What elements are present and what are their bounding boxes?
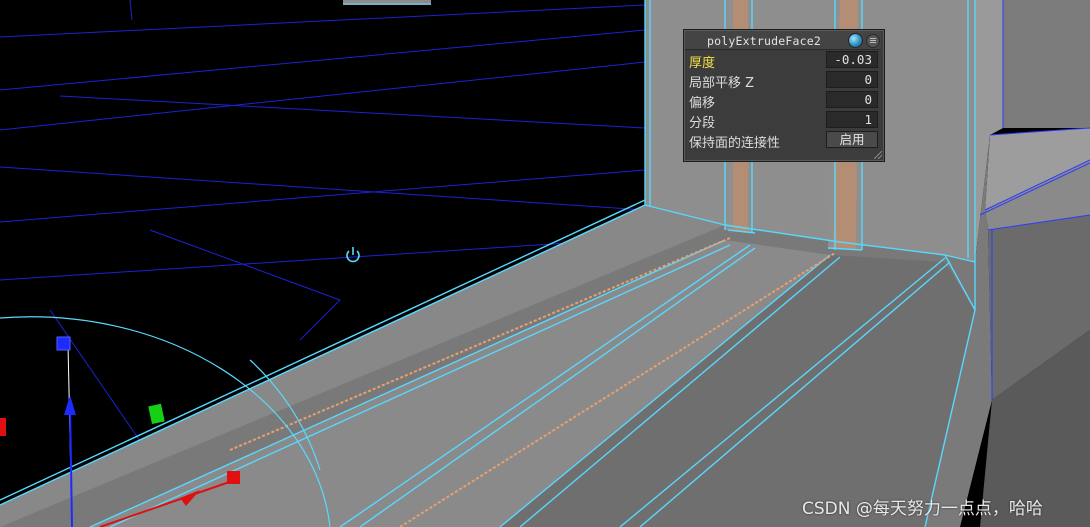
- maya-3d-viewport[interactable]: polyExtrudeFace2 厚度 -0.03 局部平移 Z 0 偏移 0 …: [0, 0, 1090, 527]
- y-axis-handle: [56, 336, 71, 351]
- attr-row-thickness[interactable]: 厚度 -0.03: [685, 50, 881, 71]
- attr-row-divisions[interactable]: 分段 1: [685, 110, 881, 131]
- attr-row-local-translate-z[interactable]: 局部平移 Z 0: [685, 70, 881, 91]
- panel-title: polyExtrudeFace2: [707, 34, 821, 48]
- y-axis-arrow: [64, 395, 76, 415]
- attr-enum-dropdown[interactable]: 启用: [826, 131, 878, 148]
- scene-canvas[interactable]: [0, 0, 1090, 527]
- attr-label: 偏移: [689, 96, 716, 111]
- globe-icon[interactable]: [848, 33, 863, 48]
- watermark-text: CSDN @每天努力一点点，哈哈: [802, 499, 1043, 519]
- attr-label: 厚度: [689, 56, 716, 71]
- attr-value-field[interactable]: 0: [826, 91, 878, 108]
- attr-label: 保持面的连接性: [689, 136, 781, 151]
- mesh-fragment-top: [343, 0, 431, 5]
- attr-value-field[interactable]: -0.03: [826, 51, 878, 68]
- attr-row-keep-faces-together[interactable]: 保持面的连接性 启用: [685, 130, 881, 151]
- attr-label: 分段: [689, 116, 716, 131]
- node-attribute-panel[interactable]: polyExtrudeFace2 厚度 -0.03 局部平移 Z 0 偏移 0 …: [683, 29, 885, 162]
- attr-row-offset[interactable]: 偏移 0: [685, 90, 881, 111]
- attr-label: 局部平移 Z: [689, 76, 755, 91]
- x-axis-handle-secondary: [0, 418, 6, 436]
- power-icon[interactable]: [345, 245, 361, 263]
- attr-value-field[interactable]: 0: [826, 71, 878, 88]
- attr-value-field[interactable]: 1: [826, 111, 878, 128]
- x-axis-handle: [227, 471, 240, 484]
- attribute-rows: 厚度 -0.03 局部平移 Z 0 偏移 0 分段 1 保持面的连接性 启用: [685, 50, 881, 151]
- resize-grip-icon[interactable]: [874, 151, 882, 159]
- z-axis-handle: [148, 403, 165, 425]
- menu-icon[interactable]: [866, 34, 880, 48]
- panel-header[interactable]: polyExtrudeFace2: [685, 31, 881, 50]
